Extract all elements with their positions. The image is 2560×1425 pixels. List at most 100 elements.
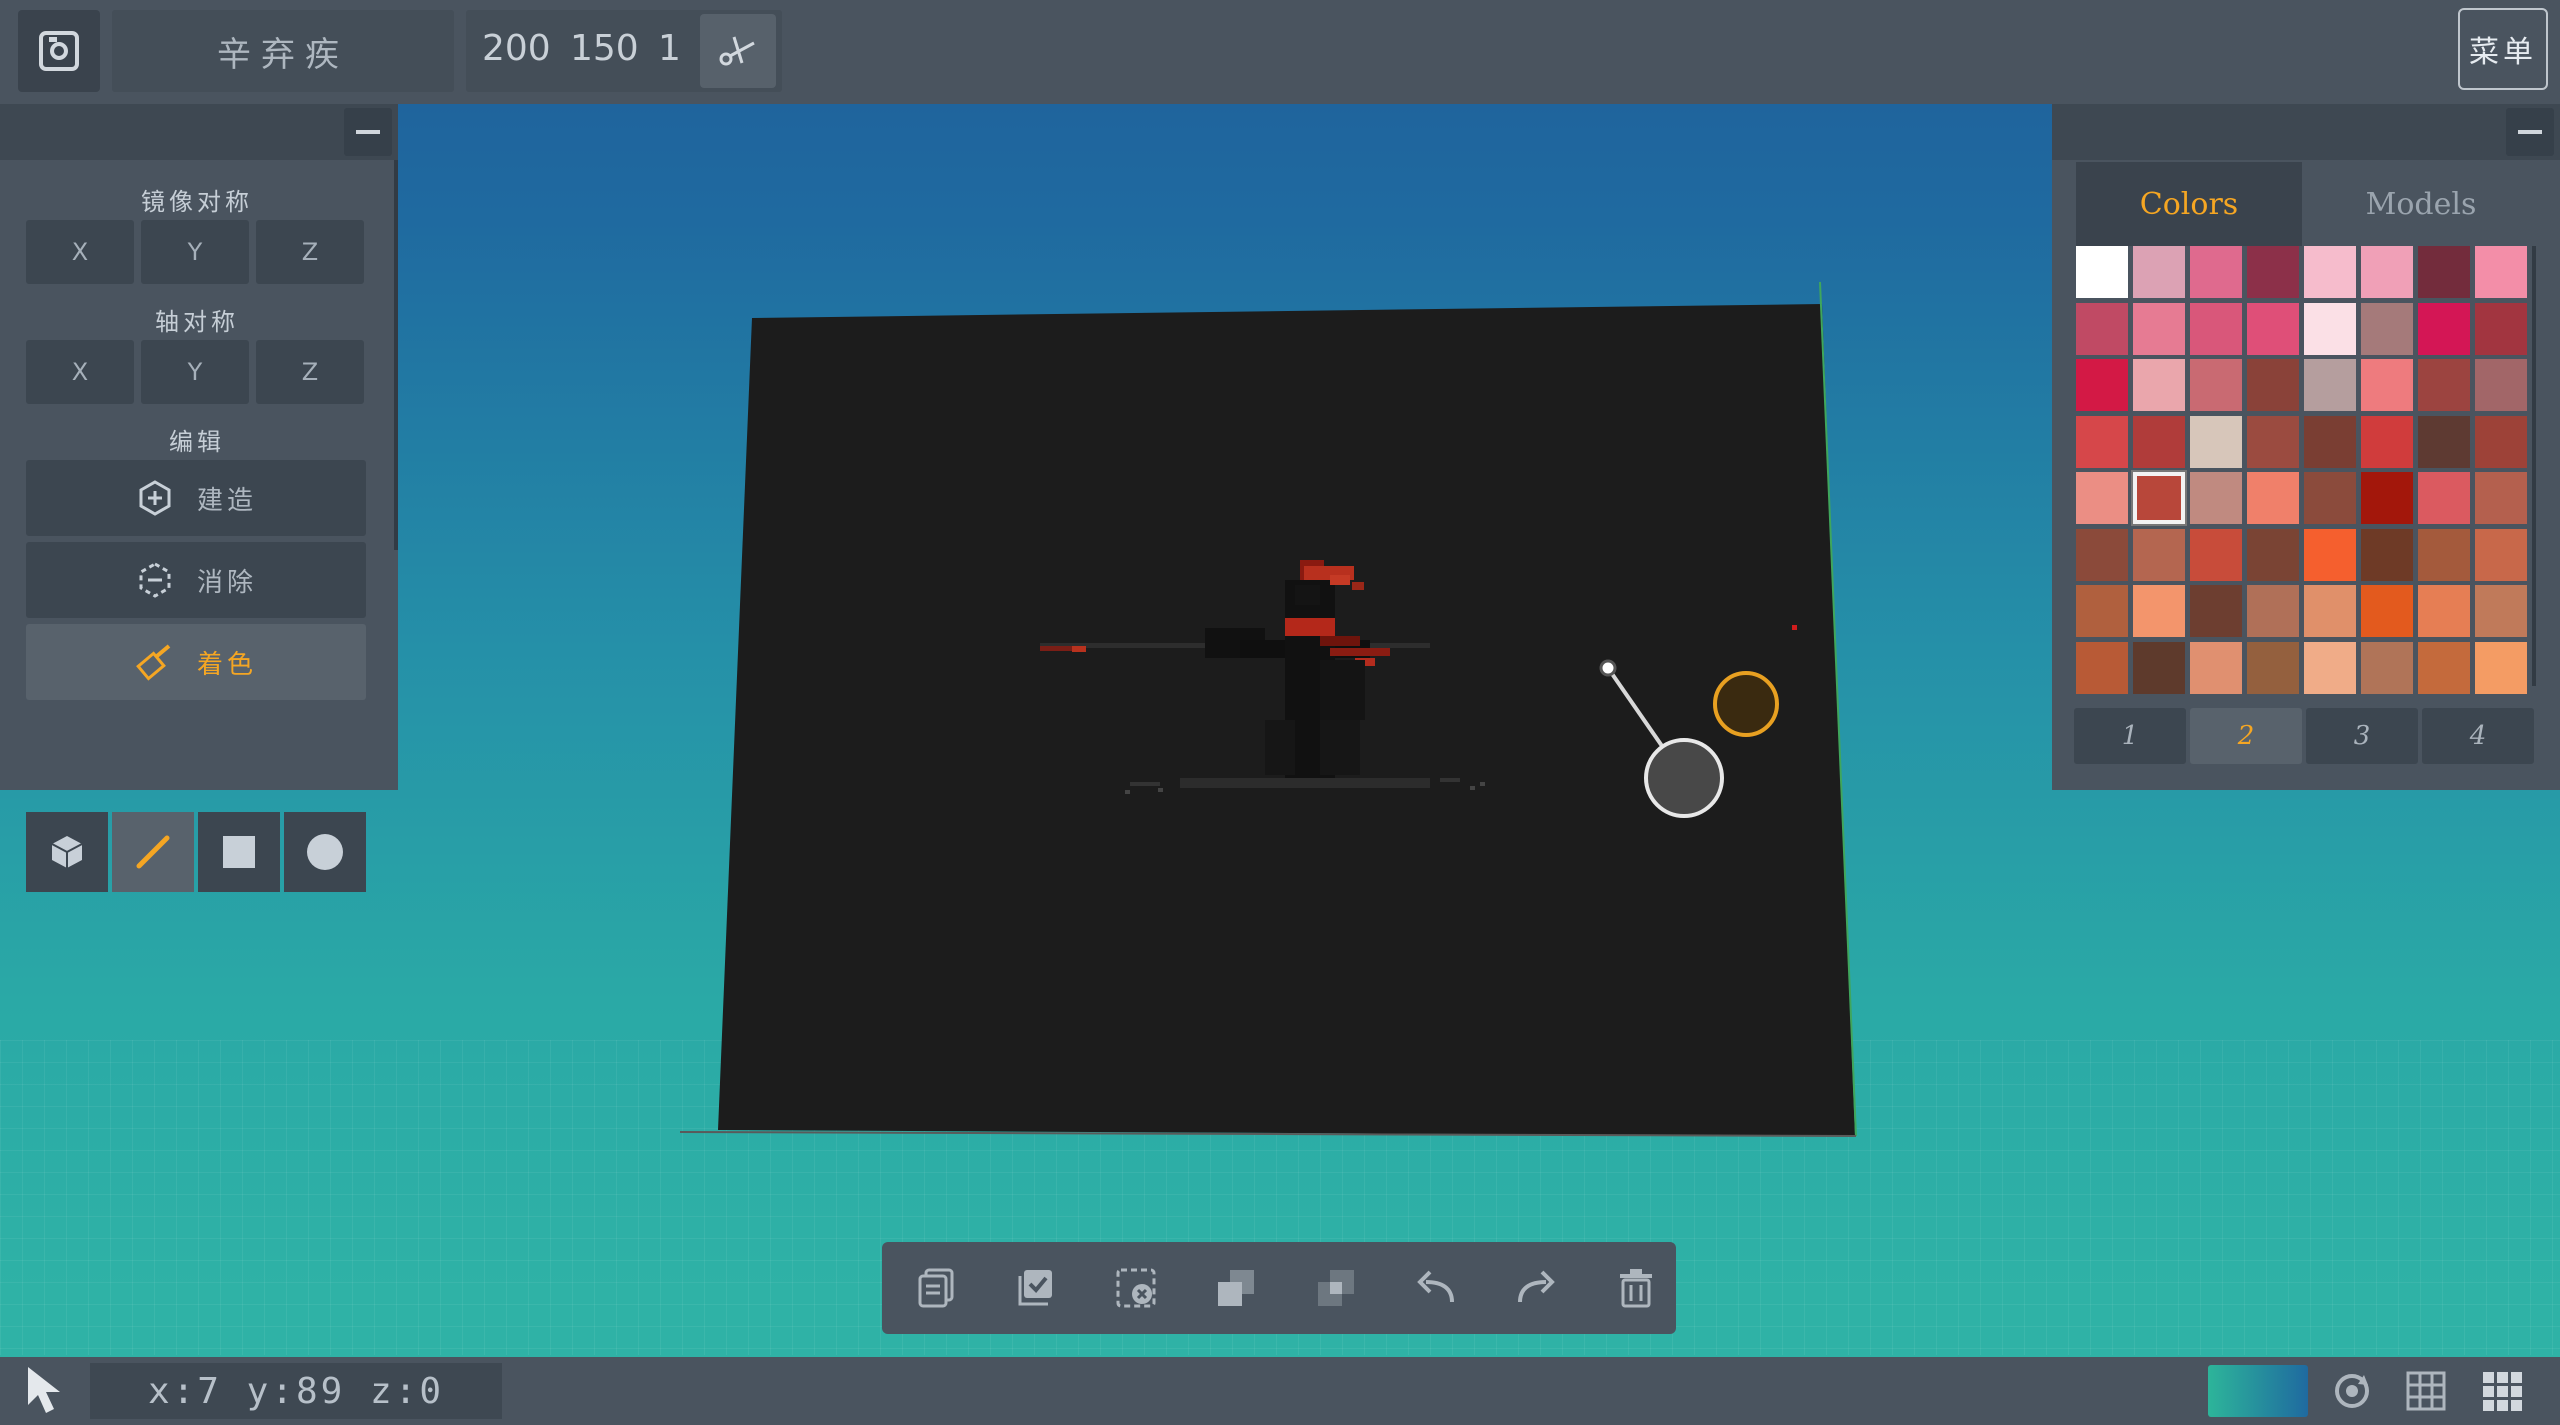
color-swatch[interactable] bbox=[2361, 585, 2413, 637]
color-swatch[interactable] bbox=[2247, 585, 2299, 637]
color-swatch[interactable] bbox=[2133, 472, 2185, 524]
color-swatch[interactable] bbox=[2133, 641, 2185, 694]
duplicate-button[interactable] bbox=[1208, 1260, 1264, 1316]
color-swatch[interactable] bbox=[2304, 246, 2356, 298]
color-swatch[interactable] bbox=[2190, 641, 2242, 694]
select-all-button[interactable] bbox=[1008, 1260, 1064, 1316]
width-value[interactable]: 200 bbox=[482, 28, 551, 69]
erase-tool-button[interactable]: 消除 bbox=[26, 542, 366, 618]
color-swatch[interactable] bbox=[2076, 246, 2128, 298]
color-swatch[interactable] bbox=[2361, 302, 2413, 355]
color-swatch[interactable] bbox=[2133, 528, 2185, 581]
color-swatch[interactable] bbox=[2418, 528, 2470, 581]
color-swatch[interactable] bbox=[2247, 415, 2299, 468]
color-swatch[interactable] bbox=[2190, 585, 2242, 637]
gizmo-pivot[interactable] bbox=[1599, 659, 1617, 677]
palette-scrollbar[interactable] bbox=[2532, 246, 2536, 686]
palette-page-3[interactable]: 3 bbox=[2306, 708, 2418, 764]
color-swatch[interactable] bbox=[2475, 302, 2527, 355]
color-swatch[interactable] bbox=[2418, 585, 2470, 637]
mirror-x-button[interactable]: X bbox=[26, 220, 134, 284]
axis-y-button[interactable]: Y bbox=[141, 340, 249, 404]
color-swatch[interactable] bbox=[2475, 641, 2527, 694]
line-shape-button[interactable] bbox=[112, 812, 194, 892]
color-swatch[interactable] bbox=[2361, 246, 2413, 298]
color-swatch[interactable] bbox=[2247, 359, 2299, 411]
paint-tool-button[interactable]: 着色 bbox=[26, 624, 366, 700]
gizmo-target[interactable] bbox=[1713, 671, 1779, 737]
axis-z-button[interactable]: Z bbox=[256, 340, 364, 404]
project-name[interactable]: 辛弃疾 bbox=[112, 10, 454, 92]
color-swatch[interactable] bbox=[2076, 302, 2128, 355]
save-button[interactable] bbox=[18, 10, 100, 92]
color-swatch[interactable] bbox=[2475, 528, 2527, 581]
color-swatch[interactable] bbox=[2475, 415, 2527, 468]
left-panel-scrollbar[interactable] bbox=[394, 160, 398, 550]
mirror-z-button[interactable]: Z bbox=[256, 220, 364, 284]
tab-models[interactable]: Models bbox=[2308, 162, 2534, 246]
color-swatch[interactable] bbox=[2361, 528, 2413, 581]
color-swatch[interactable] bbox=[2475, 472, 2527, 524]
palette-page-1[interactable]: 1 bbox=[2074, 708, 2186, 764]
color-swatch[interactable] bbox=[2076, 528, 2128, 581]
color-swatch[interactable] bbox=[2304, 472, 2356, 524]
copy-button[interactable] bbox=[908, 1260, 964, 1316]
color-swatch[interactable] bbox=[2190, 246, 2242, 298]
mirror-y-button[interactable]: Y bbox=[141, 220, 249, 284]
color-swatch[interactable] bbox=[2475, 246, 2527, 298]
color-swatch[interactable] bbox=[2133, 585, 2185, 637]
palette-page-4[interactable]: 4 bbox=[2422, 708, 2534, 764]
color-swatch[interactable] bbox=[2418, 641, 2470, 694]
color-swatch[interactable] bbox=[2304, 641, 2356, 694]
deselect-button[interactable] bbox=[1108, 1260, 1164, 1316]
color-swatch[interactable] bbox=[2361, 359, 2413, 411]
build-tool-button[interactable]: 建造 bbox=[26, 460, 366, 536]
color-swatch[interactable] bbox=[2418, 302, 2470, 355]
voxel-grid-icon[interactable] bbox=[2480, 1369, 2524, 1413]
height-value[interactable]: 150 bbox=[570, 28, 639, 69]
color-swatch[interactable] bbox=[2190, 472, 2242, 524]
cube-shape-button[interactable] bbox=[26, 812, 108, 892]
minimize-right-panel-button[interactable] bbox=[2506, 108, 2554, 156]
gizmo-joystick[interactable] bbox=[1644, 738, 1724, 818]
square-shape-button[interactable] bbox=[198, 812, 280, 892]
color-swatch[interactable] bbox=[2133, 302, 2185, 355]
axis-x-button[interactable]: X bbox=[26, 340, 134, 404]
color-swatch[interactable] bbox=[2247, 302, 2299, 355]
palette-page-2[interactable]: 2 bbox=[2190, 708, 2302, 764]
color-swatch[interactable] bbox=[2076, 585, 2128, 637]
color-swatch[interactable] bbox=[2304, 415, 2356, 468]
color-swatch[interactable] bbox=[2247, 472, 2299, 524]
color-swatch[interactable] bbox=[2304, 359, 2356, 411]
merge-button[interactable] bbox=[1308, 1260, 1364, 1316]
color-swatch[interactable] bbox=[2475, 585, 2527, 637]
color-swatch[interactable] bbox=[2418, 246, 2470, 298]
color-swatch[interactable] bbox=[2304, 585, 2356, 637]
background-color-button[interactable] bbox=[2208, 1365, 2308, 1417]
minimize-left-panel-button[interactable] bbox=[344, 108, 392, 156]
color-swatch[interactable] bbox=[2076, 641, 2128, 694]
color-swatch[interactable] bbox=[2076, 359, 2128, 411]
color-swatch[interactable] bbox=[2361, 472, 2413, 524]
color-swatch[interactable] bbox=[2190, 528, 2242, 581]
color-swatch[interactable] bbox=[2475, 359, 2527, 411]
redo-button[interactable] bbox=[1508, 1260, 1564, 1316]
delete-button[interactable] bbox=[1608, 1260, 1664, 1316]
color-swatch[interactable] bbox=[2133, 415, 2185, 468]
resize-button[interactable] bbox=[700, 14, 776, 88]
color-swatch[interactable] bbox=[2361, 415, 2413, 468]
color-swatch[interactable] bbox=[2304, 528, 2356, 581]
color-swatch[interactable] bbox=[2304, 302, 2356, 355]
color-swatch[interactable] bbox=[2247, 528, 2299, 581]
grid-toggle-icon[interactable] bbox=[2404, 1369, 2448, 1413]
depth-value[interactable]: 1 bbox=[658, 28, 681, 69]
color-swatch[interactable] bbox=[2133, 246, 2185, 298]
color-swatch[interactable] bbox=[2190, 415, 2242, 468]
tab-colors[interactable]: Colors bbox=[2076, 162, 2302, 246]
circle-shape-button[interactable] bbox=[284, 812, 366, 892]
color-swatch[interactable] bbox=[2076, 415, 2128, 468]
color-swatch[interactable] bbox=[2133, 359, 2185, 411]
color-swatch[interactable] bbox=[2190, 302, 2242, 355]
color-swatch[interactable] bbox=[2418, 359, 2470, 411]
color-swatch[interactable] bbox=[2247, 641, 2299, 694]
